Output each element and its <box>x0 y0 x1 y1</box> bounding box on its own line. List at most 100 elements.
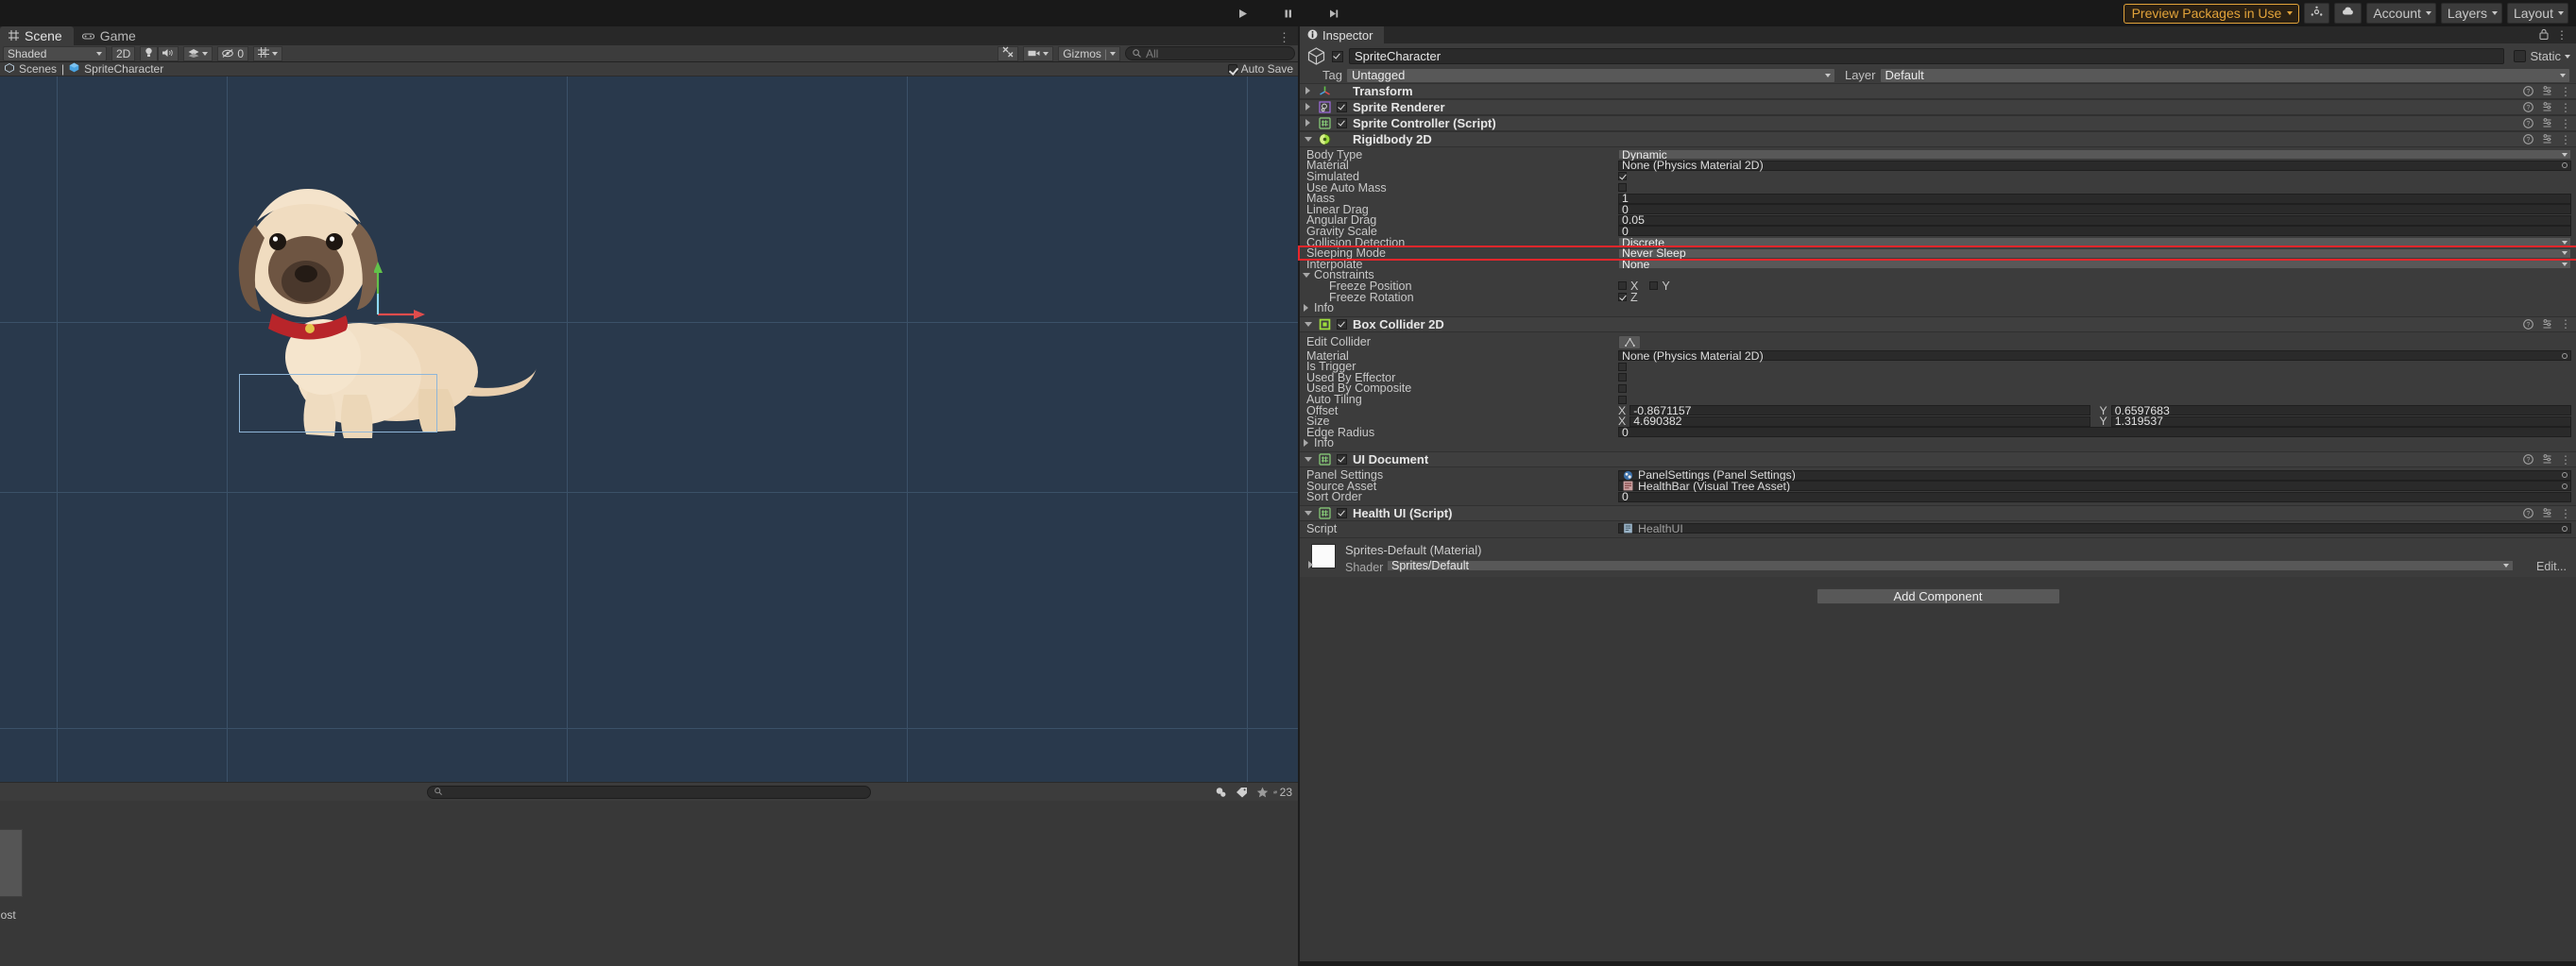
property-dropdown[interactable]: Never Sleep <box>1618 246 2571 260</box>
help-icon[interactable]: ? <box>2522 117 2534 129</box>
component-header-sprite-controller-script[interactable]: Sprite Controller (Script)? ⋮ <box>1300 115 2576 131</box>
help-icon[interactable]: ? <box>2522 507 2534 519</box>
axis-y-checkbox[interactable] <box>1649 281 1659 291</box>
vector2-x-input[interactable]: 4.690382 <box>1629 415 2090 428</box>
breadcrumb-object[interactable]: SpriteCharacter <box>84 62 163 76</box>
property-checkbox[interactable] <box>1618 362 1627 371</box>
help-icon[interactable]: ? <box>2522 453 2534 466</box>
collab-button[interactable] <box>2304 3 2330 24</box>
component-header-sprite-renderer[interactable]: Sprite Renderer? ⋮ <box>1300 99 2576 115</box>
component-header-ui-document[interactable]: UI Document? ⋮ <box>1300 451 2576 468</box>
scene-lighting-toggle[interactable] <box>140 45 159 61</box>
tab-game[interactable]: Game <box>73 26 147 45</box>
play-button[interactable] <box>1230 2 1256 25</box>
shading-mode-dropdown[interactable]: Shaded <box>3 45 107 61</box>
object-picker-icon[interactable] <box>2562 525 2567 532</box>
preset-icon[interactable] <box>2541 85 2553 97</box>
property-checkbox[interactable] <box>1618 172 1627 181</box>
static-checkbox[interactable] <box>2514 50 2527 62</box>
property-number-input[interactable]: 0.05 <box>1618 213 2571 227</box>
scene-grid-dropdown[interactable] <box>253 45 283 61</box>
scene-hidden-objects-toggle[interactable]: 0 <box>217 45 249 61</box>
material-edit-button[interactable]: Edit... <box>2536 560 2567 573</box>
shader-dropdown[interactable]: Sprites/Default <box>1387 559 2514 572</box>
vector2-y-input[interactable]: 1.319537 <box>2110 415 2571 428</box>
asset-thumbnail[interactable] <box>0 829 23 897</box>
layer-dropdown[interactable]: Default <box>1879 67 2570 83</box>
foldout-arrow[interactable] <box>1303 438 1311 448</box>
material-foldout[interactable] <box>1307 560 1316 569</box>
chevron-down-icon[interactable] <box>272 51 279 56</box>
kebab-icon[interactable]: ⋮ <box>2560 507 2571 520</box>
gameobject-name-input[interactable]: SpriteCharacter <box>1349 48 2505 64</box>
kebab-icon[interactable]: ⋮ <box>2560 101 2571 114</box>
preset-icon[interactable] <box>2541 453 2553 466</box>
component-enabled-checkbox[interactable] <box>1337 318 1347 330</box>
scene-audio-toggle[interactable] <box>158 45 179 61</box>
help-icon[interactable]: ? <box>2522 85 2534 97</box>
scene-camera-dropdown[interactable] <box>1023 45 1054 61</box>
preset-icon[interactable] <box>2541 101 2553 113</box>
kebab-icon[interactable]: ⋮ <box>2560 133 2571 146</box>
preset-icon[interactable] <box>2541 318 2553 330</box>
gameobject-enabled-checkbox[interactable] <box>1332 50 1343 62</box>
component-header-box-collider-2d[interactable]: Box Collider 2D? ⋮ <box>1300 315 2576 332</box>
object-picker-icon[interactable] <box>2562 352 2567 359</box>
move-gizmo[interactable] <box>373 258 431 329</box>
cloud-button[interactable] <box>2334 3 2363 24</box>
tag-icon[interactable] <box>1232 785 1251 800</box>
scene-fx-dropdown[interactable] <box>183 45 213 61</box>
property-foldout-group[interactable]: Info <box>1303 301 1334 314</box>
property-checkbox[interactable] <box>1618 373 1627 382</box>
foldout-arrow[interactable] <box>1303 303 1311 313</box>
component-foldout[interactable] <box>1305 509 1313 517</box>
autosave-checkbox[interactable] <box>1227 64 1237 74</box>
foldout-arrow[interactable] <box>1303 271 1311 280</box>
property-checkbox[interactable] <box>1618 183 1627 193</box>
axis-z-checkbox[interactable] <box>1618 293 1627 302</box>
component-foldout[interactable] <box>1305 119 1313 127</box>
account-dropdown[interactable]: Account <box>2366 3 2436 24</box>
help-icon[interactable]: ? <box>2522 318 2534 330</box>
step-button[interactable] <box>1321 2 1347 25</box>
object-picker-icon[interactable] <box>2562 162 2567 169</box>
lighting-icon[interactable] <box>1211 785 1230 800</box>
hidden-objects-indicator[interactable]: 23 <box>1273 785 1292 800</box>
property-number-input[interactable]: 0 <box>1618 490 2571 503</box>
toggle-2d-button[interactable]: 2D <box>111 45 136 61</box>
favorite-icon[interactable] <box>1253 785 1271 800</box>
kebab-icon[interactable]: ⋮ <box>2560 317 2571 330</box>
lock-icon[interactable] <box>2539 28 2549 42</box>
property-dropdown[interactable]: Discrete <box>1618 236 2571 249</box>
layers-dropdown[interactable]: Layers <box>2440 3 2502 24</box>
scene-tools-button[interactable] <box>998 45 1019 61</box>
preset-icon[interactable] <box>2541 117 2553 129</box>
kebab-icon[interactable]: ⋮ <box>2560 85 2571 98</box>
property-number-input[interactable]: 1 <box>1618 192 2571 205</box>
property-object-field[interactable]: None (Physics Material 2D) <box>1618 159 2571 172</box>
kebab-icon[interactable]: ⋮ <box>2560 453 2571 466</box>
component-foldout[interactable] <box>1305 320 1313 329</box>
status-search-input[interactable] <box>427 785 871 799</box>
kebab-icon[interactable]: ⋮ <box>1278 30 1290 45</box>
pause-button[interactable] <box>1275 2 1302 25</box>
chevron-down-icon[interactable] <box>1043 51 1049 56</box>
preset-icon[interactable] <box>2541 507 2553 519</box>
object-picker-icon[interactable] <box>2562 472 2567 479</box>
property-checkbox[interactable] <box>1618 395 1627 404</box>
cube-icon[interactable] <box>1305 46 1326 67</box>
kebab-icon[interactable]: ⋮ <box>2560 117 2571 130</box>
component-enabled-checkbox[interactable] <box>1337 118 1347 128</box>
property-number-input[interactable]: 0 <box>1618 426 2571 439</box>
axis-x-checkbox[interactable] <box>1618 281 1627 291</box>
tab-inspector[interactable]: Inspector <box>1300 26 1385 43</box>
component-foldout[interactable] <box>1305 135 1313 144</box>
help-icon[interactable]: ? <box>2522 101 2534 113</box>
property-object-field[interactable]: HealthBar (Visual Tree Asset) <box>1618 480 2571 493</box>
chevron-down-icon[interactable] <box>202 51 209 56</box>
add-component-button[interactable]: Add Component <box>1816 587 2060 604</box>
component-enabled-checkbox[interactable] <box>1337 102 1347 112</box>
static-toggle-group[interactable]: Static <box>2510 49 2570 63</box>
component-foldout[interactable] <box>1305 455 1313 464</box>
chevron-down-icon[interactable] <box>2565 54 2570 59</box>
